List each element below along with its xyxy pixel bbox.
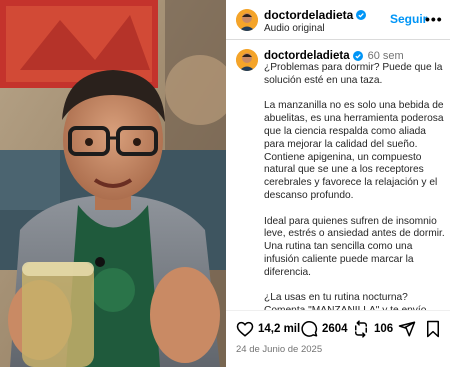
caption-line: Ideal para quienes sufren de insomnio le… (264, 215, 445, 278)
audio-link[interactable]: Audio original (264, 23, 325, 34)
caption-avatar[interactable] (236, 49, 258, 71)
post-time[interactable]: 60 sem (368, 50, 404, 62)
verified-badge-icon (356, 10, 367, 20)
comment-button[interactable]: 2604 (300, 320, 348, 338)
caption-username[interactable]: doctordeladieta 60 sem (264, 50, 404, 62)
post-date: 24 de Junio de 2025 (236, 344, 323, 355)
comment-count: 2604 (322, 323, 348, 335)
verified-badge-icon (352, 51, 363, 61)
action-bar: 14,2 mil 2604 106 (226, 310, 450, 346)
follow-button[interactable]: Seguir (390, 12, 427, 26)
caption-username-text: doctordeladieta (264, 50, 350, 62)
paper-plane-icon (398, 321, 416, 337)
post-video[interactable] (0, 0, 226, 367)
comment-bubble-icon (301, 321, 318, 337)
more-options-icon[interactable]: ••• (425, 11, 443, 27)
avatar[interactable] (236, 9, 258, 31)
username-link[interactable]: doctordeladieta (264, 8, 367, 22)
caption-area: doctordeladieta 60 sem ¿Problemas para d… (226, 40, 450, 310)
username-text: doctordeladieta (264, 8, 354, 22)
post-header: doctordeladieta Audio original Seguir ••… (226, 0, 450, 40)
like-count: 14,2 mil (258, 323, 301, 335)
caption-line: ¿La usas en tu rutina nocturna? Comenta … (264, 292, 426, 310)
repost-count: 106 (374, 323, 394, 335)
caption-text: ¿Problemas para dormir? Puede que la sol… (264, 62, 446, 310)
caption-line: La manzanilla no es solo una bebida de a… (264, 100, 444, 150)
share-button[interactable] (398, 320, 416, 338)
video-frame (0, 0, 226, 367)
bookmark-icon (427, 320, 439, 338)
like-button[interactable]: 14,2 mil (236, 320, 300, 338)
caption-line: Contiene apigenina, un compuesto natural… (264, 151, 438, 201)
repost-icon (355, 320, 367, 338)
repost-button[interactable]: 106 (352, 320, 393, 338)
save-button[interactable] (425, 320, 441, 338)
caption-line: ¿Problemas para dormir? Puede que la sol… (264, 62, 443, 86)
heart-icon (236, 321, 254, 337)
post-panel: doctordeladieta Audio original Seguir ••… (226, 0, 450, 367)
